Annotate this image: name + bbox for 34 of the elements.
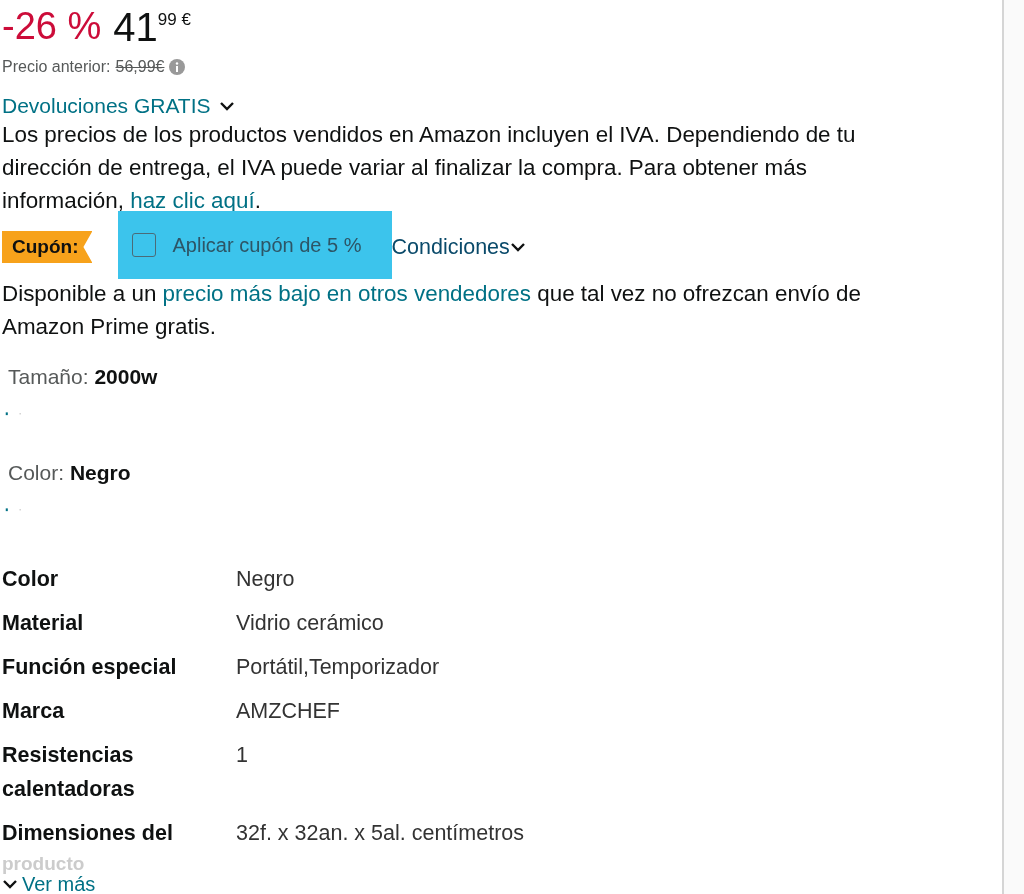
coupon-label[interactable]: Aplicar cupón de 5 % [172,233,362,257]
spec-value: 1 [236,742,249,769]
spec-name: Marca [2,698,66,725]
variation-label: Tamaño: 2000w [8,365,159,389]
price-fraction: 99 € [157,10,191,29]
spec-name: Resistencias calentadoras [2,742,136,803]
spec-value: Portátil,Temporizador [236,654,441,681]
free-returns-link[interactable]: Devoluciones GRATIS [2,94,235,118]
price-whole: 41 [113,6,158,48]
chevron-down-icon [2,879,18,889]
conditions-link[interactable]: Condiciones [391,234,526,260]
see-more-link[interactable]: Ver más [2,874,1002,894]
spec-name: Dimensiones del [2,820,174,847]
tax-note: Los precios de los productos vendidos en Amazon incluyen el IVA. Dependiendo de tu dirección de entrega, el IVA puede variar al finalizar la compra. Para obtener más información, haz clic aquí. [2,121,857,215]
click-here-link[interactable]: haz clic aquí [130,188,255,213]
coupon-badge: Cupón: [2,231,93,263]
spec-value: Negro [236,566,296,593]
other-sellers-link[interactable]: precio más bajo en otros vendedores [162,281,531,306]
spec-name: Color [2,566,60,593]
chevron-down-icon [218,101,235,111]
spec-value: Vidrio cerámico [236,610,385,637]
spec-value: AMZCHEF [236,698,341,725]
previous-price-label: Precio anterior: [2,58,111,76]
spec-name: Material [2,610,85,637]
previous-price: 56,99€ [115,58,165,76]
spec-value: 32f. x 32an. x 5al. centímetros [236,820,525,847]
coupon-checkbox[interactable] [132,233,157,257]
spec-name: Función especial [2,654,178,681]
discount-percentage: -26 % [2,6,102,48]
variation-label: Color: Negro [8,460,132,485]
other-sellers-note: Disponible a un precio más bajo en otros vendedores que tal vez no ofrezcan envío de Amazon Prime gratis. [2,280,862,341]
scrollbar-track[interactable] [1004,0,1024,894]
chevron-down-icon [509,242,526,252]
info-icon[interactable] [169,59,186,75]
